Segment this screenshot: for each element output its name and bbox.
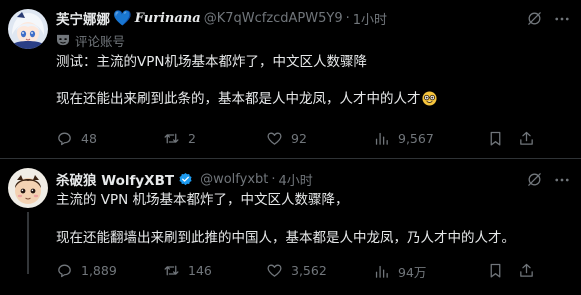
repost-count: 146: [188, 263, 212, 278]
views-button[interactable]: 94万: [373, 262, 426, 281]
repost-button[interactable]: 146: [163, 262, 212, 279]
action-bar: 1,889 146 3,562 94万: [56, 262, 576, 282]
separator: ·: [345, 10, 350, 26]
views-icon: [375, 132, 388, 145]
action-bar: 48 2 92 9,567: [56, 130, 576, 150]
author-name[interactable]: 芙宁娜娜: [56, 8, 110, 28]
blue-heart-icon: 💙: [113, 9, 132, 27]
post[interactable]: 杀破狼 WolfyXBT @wolfyxbt · 4小时 主流的 VPN 机场基…: [0, 160, 581, 295]
reply-count: 48: [81, 131, 97, 146]
theater-mask-icon: [57, 34, 69, 46]
share-button[interactable]: [518, 262, 535, 279]
reply-icon: [58, 132, 71, 146]
more-options-icon[interactable]: [553, 10, 571, 28]
more-options-icon[interactable]: [553, 171, 571, 189]
separator: ·: [271, 171, 276, 187]
grok-icon[interactable]: [526, 10, 543, 27]
author-name-suffix[interactable]: Furinana: [135, 11, 201, 26]
like-count: 92: [291, 131, 307, 146]
views-icon: [375, 265, 388, 278]
author-handle[interactable]: @K7qWcfzcdAPW5Y9: [204, 11, 343, 26]
account-label-text: 评论账号: [75, 33, 126, 49]
repost-icon: [164, 265, 179, 276]
reply-icon: [58, 264, 71, 278]
post-time[interactable]: 1小时: [353, 9, 387, 28]
post-header: 芙宁娜娜 💙 Furinana @K7qWcfzcdAPW5Y9 · 1小时: [56, 8, 387, 28]
post-text-content: 现在还能出来刷到此条的，基本都是人中龙凤，人才中的人才: [56, 91, 421, 107]
heart-icon: [267, 132, 282, 145]
views-count: 9,567: [398, 131, 434, 146]
author-name[interactable]: 杀破狼 WolfyXBT: [56, 169, 174, 189]
bookmark-button[interactable]: [487, 130, 504, 147]
reply-button[interactable]: 1,889: [56, 262, 117, 279]
reply-button[interactable]: 48: [56, 130, 97, 147]
post-header: 杀破狼 WolfyXBT @wolfyxbt · 4小时: [56, 169, 313, 190]
heart-icon: [267, 264, 282, 277]
post[interactable]: 芙宁娜娜 💙 Furinana @K7qWcfzcdAPW5Y9 · 1小时 评…: [0, 0, 581, 159]
post-text-line: 测试：主流的VPN机场基本都炸了，中文区人数骤降: [56, 54, 367, 70]
post-time[interactable]: 4小时: [279, 170, 313, 189]
share-button[interactable]: [518, 130, 535, 147]
views-count: 94万: [398, 265, 427, 280]
bookmark-icon: [490, 263, 501, 278]
post-text-line: 主流的 VPN 机场基本都炸了，中文区人数骤降，: [56, 192, 349, 208]
repost-button[interactable]: 2: [163, 130, 196, 147]
post-text-line: 现在还能翻墙出来刷到此推的中国人，基本都是人中龙凤，乃人才中的人才。: [56, 230, 515, 246]
repost-icon: [164, 133, 179, 144]
bookmark-button[interactable]: [487, 262, 504, 279]
share-icon: [520, 131, 533, 145]
repost-count: 2: [188, 131, 196, 146]
author-handle[interactable]: @wolfyxbt: [200, 172, 268, 187]
thread-connector: [27, 212, 29, 274]
post-text-line: 现在还能出来刷到此条的，基本都是人中龙凤，人才中的人才: [56, 91, 569, 108]
avatar[interactable]: [8, 168, 48, 208]
views-button[interactable]: 9,567: [373, 130, 434, 147]
reply-count: 1,889: [81, 263, 117, 278]
nerd-face-icon: [421, 91, 437, 106]
like-button[interactable]: 3,562: [266, 262, 327, 279]
share-icon: [520, 263, 533, 277]
bookmark-icon: [490, 131, 501, 146]
verified-badge-icon: [179, 172, 192, 185]
account-label: 评论账号: [56, 31, 125, 49]
like-button[interactable]: 92: [266, 130, 307, 147]
avatar[interactable]: [8, 9, 48, 49]
grok-icon[interactable]: [526, 171, 543, 188]
like-count: 3,562: [291, 263, 327, 278]
